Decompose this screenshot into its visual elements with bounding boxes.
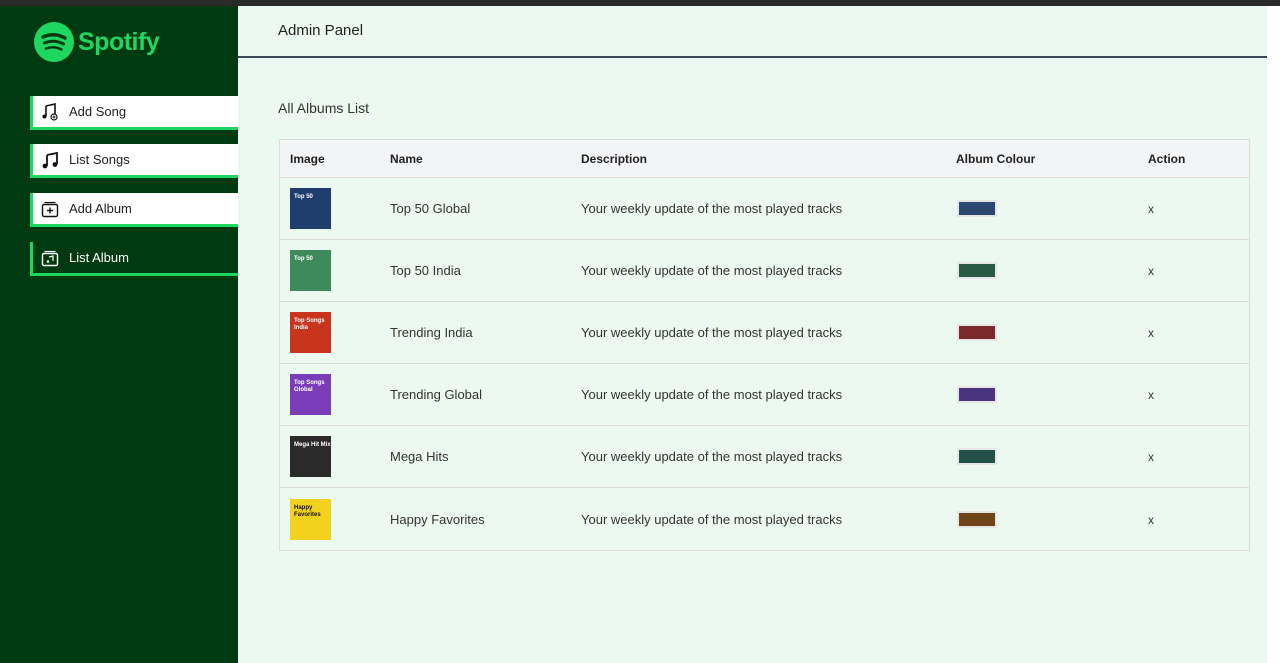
table-row: Top 50 Top 50 Global Your weekly update …	[280, 178, 1249, 240]
album-name: Happy Favorites	[390, 511, 485, 527]
album-description: Your weekly update of the most played tr…	[581, 263, 843, 278]
column-header-action: Action	[1148, 151, 1186, 166]
album-cover-image: Mega Hit Mix	[290, 436, 331, 477]
album-colour-swatch	[957, 200, 997, 217]
album-description: Your weekly update of the most played tr…	[581, 511, 843, 527]
music-note-plus-icon	[39, 101, 61, 123]
album-cover-text: Happy Favorites	[294, 504, 321, 518]
album-plus-icon	[39, 198, 61, 220]
album-colour-swatch	[957, 262, 997, 279]
spotify-logo-text: Spotify	[78, 27, 160, 56]
sidebar-item-label: Add Album	[69, 201, 132, 216]
delete-album-button[interactable]: x	[1148, 264, 1154, 278]
delete-album-button[interactable]: x	[1148, 388, 1154, 402]
album-name: Top 50 Global	[390, 201, 471, 216]
album-cover-image: Happy Favorites	[290, 498, 331, 540]
column-header-image: Image	[290, 151, 325, 166]
table-row: Top Songs Global Trending Global Your we…	[280, 364, 1249, 426]
album-name: Mega Hits	[390, 449, 449, 464]
album-colour-swatch	[957, 448, 997, 465]
album-colour-swatch	[957, 324, 997, 341]
page-title: Admin Panel	[278, 22, 364, 39]
albums-table: Image Name Description Album Colour Acti…	[279, 139, 1250, 551]
column-header-description: Description	[581, 151, 648, 166]
album-cover-image: Top Songs India	[290, 312, 331, 353]
column-header-album-colour: Album Colour	[956, 151, 1036, 166]
album-cover-text: Top Songs Global	[294, 380, 325, 393]
table-row: Top 50 Top 50 India Your weekly update o…	[280, 240, 1249, 302]
album-name: Trending Global	[390, 387, 483, 402]
album-cover-image: Top 50	[290, 188, 331, 229]
album-colour-swatch	[957, 510, 997, 528]
album-description: Your weekly update of the most played tr…	[581, 387, 843, 402]
table-row: Happy Favorites Happy Favorites Your wee…	[280, 488, 1249, 550]
album-cover-image: Top 50	[290, 250, 331, 291]
table-header: Image Name Description Album Colour Acti…	[280, 140, 1249, 178]
album-name: Trending India	[390, 325, 473, 340]
album-cover-text: Top 50	[294, 256, 313, 262]
spotify-logo-icon	[34, 22, 74, 62]
delete-album-button[interactable]: x	[1148, 326, 1154, 340]
section-title: All Albums List	[278, 100, 370, 116]
sidebar-item-list-album[interactable]: List Album	[30, 242, 238, 276]
album-cover-text: Mega Hit Mix	[294, 442, 331, 448]
album-colour-swatch	[957, 386, 997, 403]
album-cover-text: Top Songs India	[294, 318, 325, 331]
sidebar-item-list-songs[interactable]: List Songs	[30, 144, 238, 178]
album-description: Your weekly update of the most played tr…	[581, 201, 843, 216]
album-description: Your weekly update of the most played tr…	[581, 325, 843, 340]
window-edge	[1267, 6, 1280, 663]
sidebar-item-add-song[interactable]: Add Song	[30, 96, 238, 130]
delete-album-button[interactable]: x	[1148, 202, 1154, 216]
album-cover-image: Top Songs Global	[290, 374, 331, 415]
column-header-name: Name	[390, 151, 423, 166]
top-header: Admin Panel	[238, 6, 1267, 58]
table-row: Top Songs India Trending India Your week…	[280, 302, 1249, 364]
sidebar-item-label: List Album	[69, 250, 129, 265]
sidebar-item-label: Add Song	[69, 104, 127, 119]
album-list-icon	[39, 247, 61, 269]
delete-album-button[interactable]: x	[1148, 450, 1154, 464]
album-cover-text: Top 50	[294, 194, 313, 200]
spotify-logo[interactable]: Spotify	[34, 22, 160, 62]
sidebar: Spotify Add Song List Songs Add Album Li…	[0, 6, 238, 663]
album-name: Top 50 India	[390, 263, 461, 278]
music-notes-icon	[39, 149, 61, 171]
table-row: Mega Hit Mix Mega Hits Your weekly updat…	[280, 426, 1249, 488]
album-description: Your weekly update of the most played tr…	[581, 449, 843, 464]
sidebar-item-label: List Songs	[69, 152, 130, 167]
sidebar-item-add-album[interactable]: Add Album	[30, 193, 238, 227]
delete-album-button[interactable]: x	[1148, 513, 1154, 527]
